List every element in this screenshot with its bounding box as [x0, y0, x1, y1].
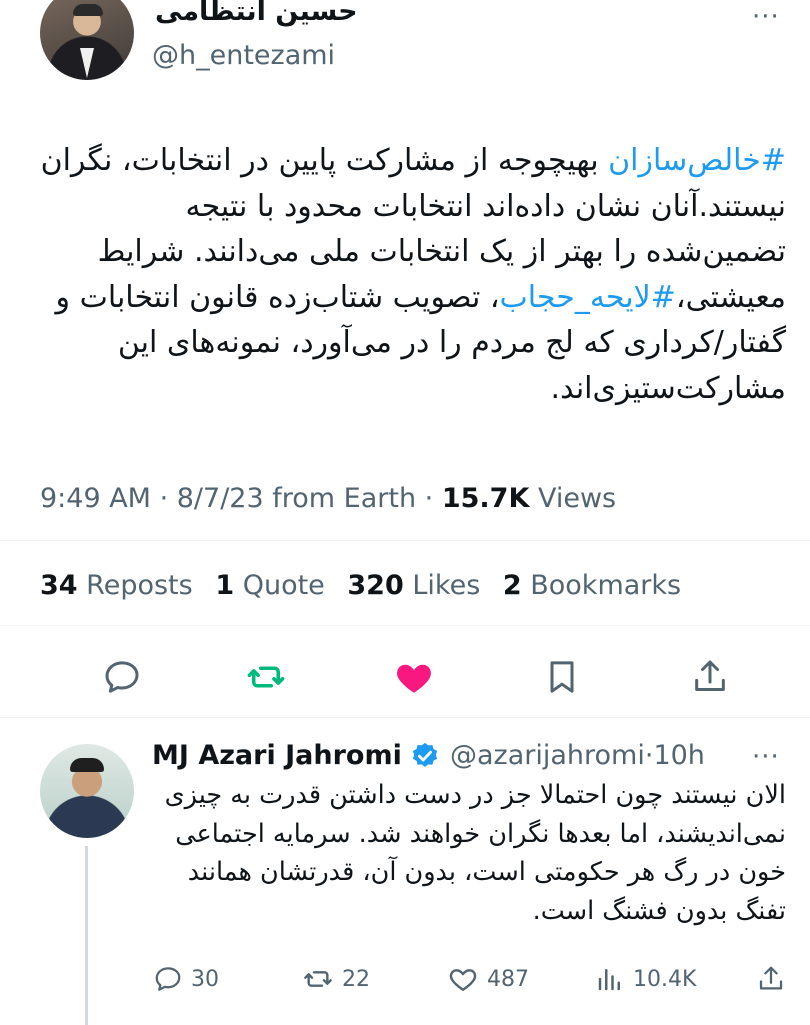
repost-icon [247, 666, 285, 688]
repost-icon [304, 971, 332, 987]
reply-button[interactable] [100, 655, 144, 699]
author-display-name[interactable]: حسین انتظامی [155, 0, 358, 27]
reply-author-handle: @azarijahromi·10h [450, 740, 705, 771]
tweet-source: from Earth [272, 483, 417, 514]
share-icon [695, 660, 725, 691]
tweet-time[interactable]: 9:49 AM [40, 483, 151, 514]
divider [0, 625, 810, 626]
like-count: 487 [487, 966, 529, 992]
repost-count: 22 [342, 966, 370, 992]
views-chart-icon [598, 969, 620, 991]
hashtag-link[interactable]: #خالص‌سازان [608, 143, 786, 178]
likes-stat[interactable]: 320 Likes [347, 570, 480, 601]
reply-author-avatar[interactable] [40, 744, 134, 838]
like-icon [397, 664, 431, 693]
reply-more-options-icon[interactable]: ··· [752, 742, 780, 772]
reply-like-button[interactable]: 487 [447, 962, 529, 996]
reply-share-button[interactable] [756, 962, 794, 996]
bookmark-icon [550, 661, 574, 693]
views-count[interactable]: 15.7K [442, 483, 530, 514]
divider [0, 540, 810, 541]
reply-count: 30 [191, 966, 219, 992]
reposts-stat[interactable]: 34 Reposts [40, 570, 193, 601]
reply-views-button[interactable]: 10.4K [595, 962, 696, 996]
thread-line [85, 846, 88, 1025]
reply-icon [155, 967, 181, 991]
reply-repost-button[interactable]: 22 [302, 962, 370, 996]
more-options-icon[interactable]: ··· [752, 2, 780, 32]
bookmark-button[interactable] [540, 655, 584, 699]
views-label[interactable]: Views [538, 483, 616, 514]
repost-button[interactable] [244, 655, 288, 699]
author-handle[interactable]: @h_entezami [152, 40, 335, 71]
engagement-stats: 34 Reposts 1 Quote 320 Likes 2 Bookmarks [40, 570, 695, 601]
tweet-date[interactable]: 8/7/23 [177, 483, 264, 514]
reply-text: الان نیستند چون احتمالا جز در دست داشتن … [164, 780, 786, 926]
author-avatar[interactable] [40, 0, 134, 80]
reply-reply-button[interactable]: 30 [153, 962, 219, 996]
reply-time[interactable]: 10h [653, 740, 704, 771]
bookmarks-stat[interactable]: 2 Bookmarks [503, 570, 681, 601]
divider [0, 717, 810, 718]
share-button[interactable] [688, 655, 732, 699]
tweet-meta: 9:49 AM · 8/7/23 from Earth · 15.7K View… [40, 483, 617, 514]
reply-icon [105, 661, 139, 693]
verified-badge-icon [412, 742, 438, 767]
hashtag-link[interactable]: #لایحه_حجاب [500, 280, 676, 315]
like-button[interactable] [392, 655, 436, 699]
share-icon [759, 966, 783, 990]
like-icon [449, 969, 477, 991]
reply-author-name[interactable]: MJ Azari Jahromi [152, 740, 402, 771]
quotes-stat[interactable]: 1 Quote [215, 570, 324, 601]
views-count: 10.4K [633, 966, 697, 992]
tweet-text: #خالص‌سازان بهیچوجه از مشارکت پایین در ا… [38, 138, 786, 411]
